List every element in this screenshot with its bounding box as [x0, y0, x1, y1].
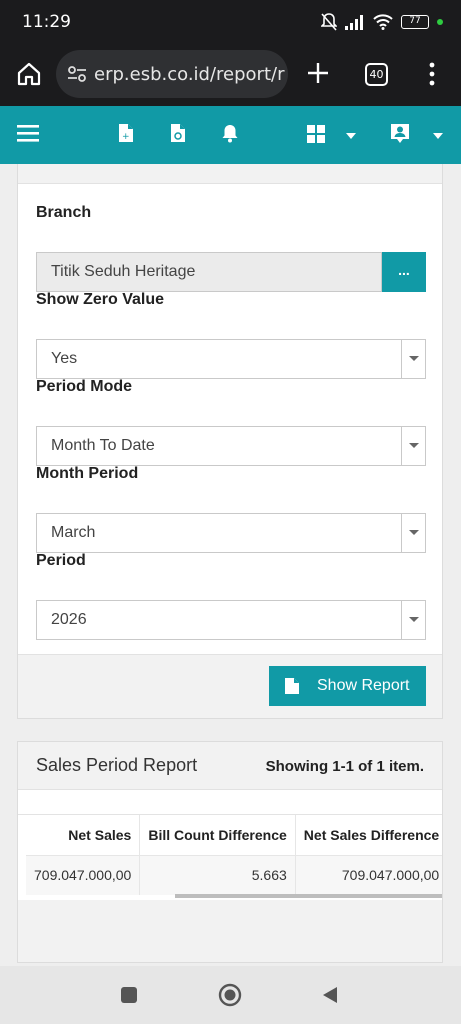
home-icon[interactable] — [16, 61, 42, 87]
report-table: Net Sales Bill Count Difference Net Sale… — [26, 815, 442, 895]
caret-down-icon[interactable] — [401, 427, 425, 465]
battery-icon: 77 — [401, 15, 429, 29]
period-mode-label: Period Mode — [36, 378, 133, 395]
address-bar[interactable]: erp.esb.co.id/report/r — [56, 50, 288, 98]
status-bar: 11:29 77 — [0, 0, 461, 44]
branch-label: Branch — [36, 204, 92, 221]
period-selected: 2026 — [51, 611, 87, 628]
hamburger-menu-icon[interactable] — [17, 124, 39, 142]
browser-toolbar: erp.esb.co.id/report/r 40 — [0, 44, 461, 106]
table-cell: 709.047.000,00 — [295, 854, 442, 895]
status-time: 11:29 — [22, 12, 71, 32]
user-card-icon[interactable] — [390, 123, 410, 145]
column-header[interactable]: Bill Count Difference — [139, 815, 296, 855]
table-cell: 709.047.000,00 — [26, 854, 141, 895]
chevron-down-icon[interactable] — [433, 133, 443, 139]
back-icon[interactable] — [321, 986, 339, 1004]
period-mode-field: Period Mode Month To Date — [36, 378, 426, 466]
document-sync-icon[interactable] — [170, 123, 186, 143]
period-field: Period 2026 — [36, 552, 426, 640]
show-report-button[interactable]: Show Report — [269, 666, 426, 706]
sales-period-report: Sales Period Report Showing 1-1 of 1 ite… — [17, 741, 443, 963]
tab-switcher-button[interactable]: 40 — [365, 63, 388, 86]
table-header-row: Net Sales Bill Count Difference Net Sale… — [26, 815, 442, 855]
apps-grid-icon[interactable] — [307, 125, 325, 143]
column-header[interactable]: Net Sales Difference — [295, 815, 442, 855]
show-zero-value-select[interactable]: Yes — [36, 339, 426, 379]
column-header[interactable]: Net Sales — [26, 815, 141, 855]
chevron-down-icon[interactable] — [346, 133, 356, 139]
report-body: Net Sales Bill Count Difference Net Sale… — [18, 790, 442, 900]
period-mode-select[interactable]: Month To Date — [36, 426, 426, 466]
branch-field: Branch Titik Seduh Heritage ... — [36, 204, 426, 292]
show-zero-value-label: Show Zero Value — [36, 291, 165, 308]
privacy-dot — [437, 19, 443, 25]
period-label: Period — [36, 552, 86, 569]
recents-icon[interactable] — [120, 986, 138, 1004]
period-select[interactable]: 2026 — [36, 600, 426, 640]
more-vert-icon[interactable] — [424, 61, 440, 87]
url-text: erp.esb.co.id/report/r — [94, 63, 285, 85]
caret-down-icon[interactable] — [401, 514, 425, 552]
show-zero-value-field: Show Zero Value Yes — [36, 291, 426, 379]
show-report-label: Show Report — [317, 677, 410, 694]
branch-input[interactable]: Titik Seduh Heritage — [36, 252, 382, 292]
month-period-selected: March — [51, 524, 96, 541]
card-header — [18, 164, 442, 184]
bell-off-icon — [321, 13, 337, 31]
card-footer: Show Report — [18, 654, 442, 718]
document-icon — [285, 678, 299, 694]
month-period-field: Month Period March — [36, 465, 426, 553]
report-title: Sales Period Report — [36, 755, 198, 775]
site-settings-icon[interactable] — [66, 63, 88, 85]
table-cell: 5.663 — [139, 854, 296, 895]
period-mode-selected: Month To Date — [51, 437, 155, 454]
report-header: Sales Period Report Showing 1-1 of 1 ite… — [18, 742, 442, 790]
system-nav-bar — [0, 966, 461, 1024]
app-top-nav: + — [0, 106, 461, 164]
svg-text:+: + — [122, 132, 130, 142]
table-row: 709.047.000,00 5.663 709.047.000,00 — [26, 854, 442, 895]
bell-icon[interactable] — [221, 123, 239, 143]
report-table-scroll[interactable]: Net Sales Bill Count Difference Net Sale… — [18, 814, 442, 898]
caret-down-icon[interactable] — [401, 340, 425, 378]
month-period-select[interactable]: March — [36, 513, 426, 553]
wifi-icon — [373, 14, 393, 30]
caret-down-icon[interactable] — [401, 601, 425, 639]
signal-icon — [345, 15, 363, 30]
report-filter-card: Branch Titik Seduh Heritage ... Show Zer… — [17, 164, 443, 719]
status-icons: 77 — [321, 13, 443, 31]
document-add-icon[interactable]: + — [118, 123, 134, 143]
horizontal-scrollbar[interactable] — [175, 894, 442, 898]
show-zero-value-selected: Yes — [51, 350, 78, 367]
home-nav-icon[interactable] — [218, 983, 242, 1007]
branch-lookup-button[interactable]: ... — [382, 252, 426, 292]
report-summary: Showing 1-1 of 1 item. — [265, 758, 424, 775]
new-tab-icon[interactable] — [305, 60, 331, 86]
month-period-label: Month Period — [36, 465, 139, 482]
